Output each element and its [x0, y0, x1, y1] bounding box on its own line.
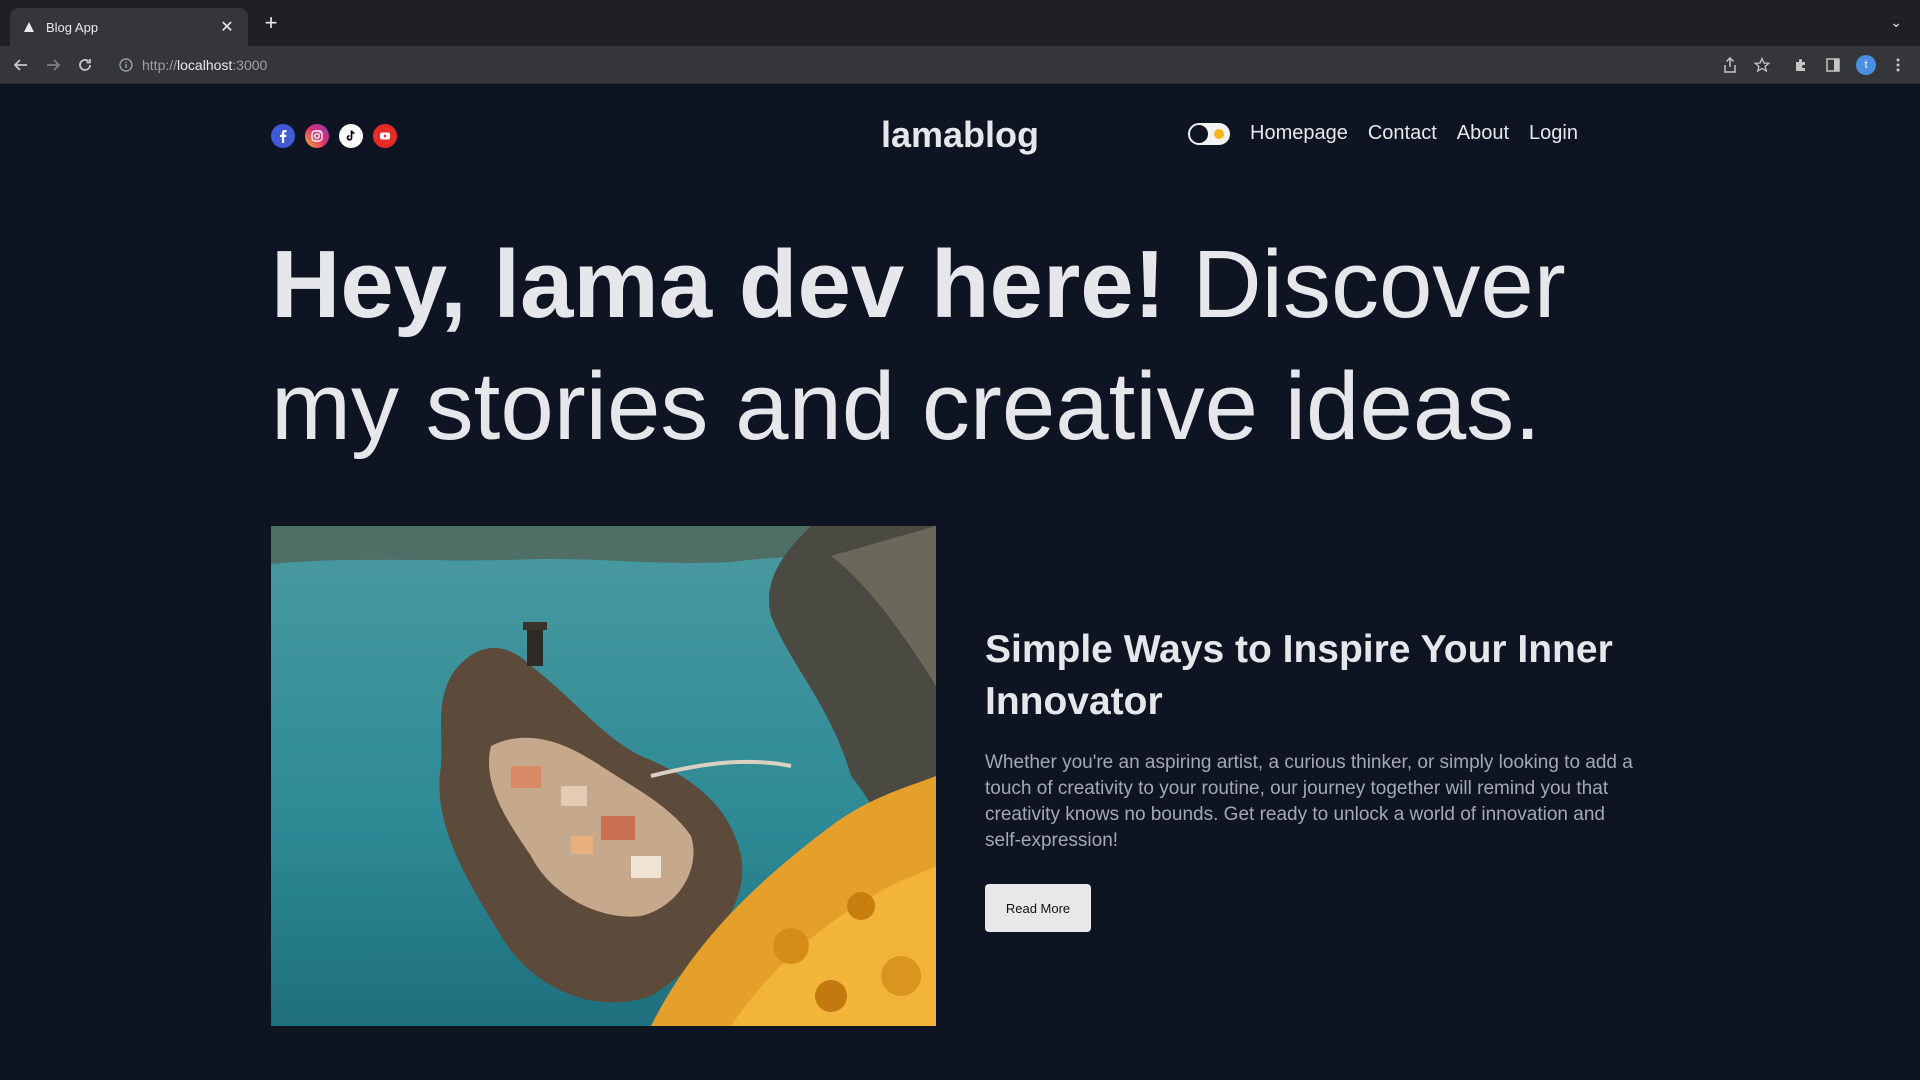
nav-contact[interactable]: Contact [1368, 122, 1437, 145]
browser-tabbar: Blog App ✕ + ⌄ [0, 0, 1920, 46]
reload-icon[interactable] [74, 54, 96, 76]
post-title[interactable]: Simple Ways to Inspire Your Inner Innova… [985, 624, 1635, 728]
nav-login[interactable]: Login [1529, 122, 1578, 145]
side-panel-icon[interactable] [1822, 54, 1844, 76]
browser-toolbar: http://localhost:3000 t [0, 46, 1920, 84]
featured-post: Simple Ways to Inspire Your Inner Innova… [985, 624, 1635, 932]
hero-heading: Hey, lama dev here! Discover my stories … [271, 224, 1671, 468]
vercel-favicon-icon [22, 20, 36, 34]
site-logo[interactable]: lamablog [0, 114, 1920, 156]
info-icon[interactable] [118, 57, 134, 73]
address-bar[interactable]: http://localhost:3000 [110, 50, 1710, 80]
nav-homepage[interactable]: Homepage [1250, 122, 1348, 145]
tab-title: Blog App [46, 19, 99, 35]
read-more-button[interactable]: Read More [985, 884, 1091, 932]
bookmark-star-icon[interactable] [1751, 54, 1773, 76]
post-description: Whether you're an aspiring artist, a cur… [985, 752, 1633, 851]
browser-tab[interactable]: Blog App ✕ [10, 8, 248, 46]
main-nav: Homepage Contact About Login [1188, 122, 1578, 145]
new-tab-icon[interactable]: + [260, 12, 282, 34]
menu-kebab-icon[interactable] [1887, 54, 1909, 76]
profile-avatar[interactable]: t [1855, 54, 1877, 76]
sun-icon [1214, 128, 1224, 139]
forward-arrow-icon[interactable] [42, 54, 64, 76]
url-prefix: http:// [142, 57, 178, 73]
hero-bold: Hey, lama dev here! [271, 231, 1166, 338]
share-icon[interactable] [1719, 54, 1741, 76]
extensions-puzzle-icon[interactable] [1790, 54, 1812, 76]
profile-initial: t [1856, 55, 1876, 75]
url-suffix: :3000 [232, 57, 268, 73]
page-body: lamablog Homepage Contact About Login He… [0, 84, 1920, 1080]
featured-image [271, 526, 936, 1026]
back-arrow-icon[interactable] [10, 54, 32, 76]
nav-about[interactable]: About [1457, 122, 1509, 145]
chevron-down-icon[interactable]: ⌄ [1890, 14, 1902, 31]
close-tab-icon[interactable]: ✕ [218, 18, 236, 36]
moon-icon [1190, 124, 1208, 143]
theme-toggle[interactable] [1188, 122, 1230, 145]
url-host: localhost [177, 57, 233, 73]
